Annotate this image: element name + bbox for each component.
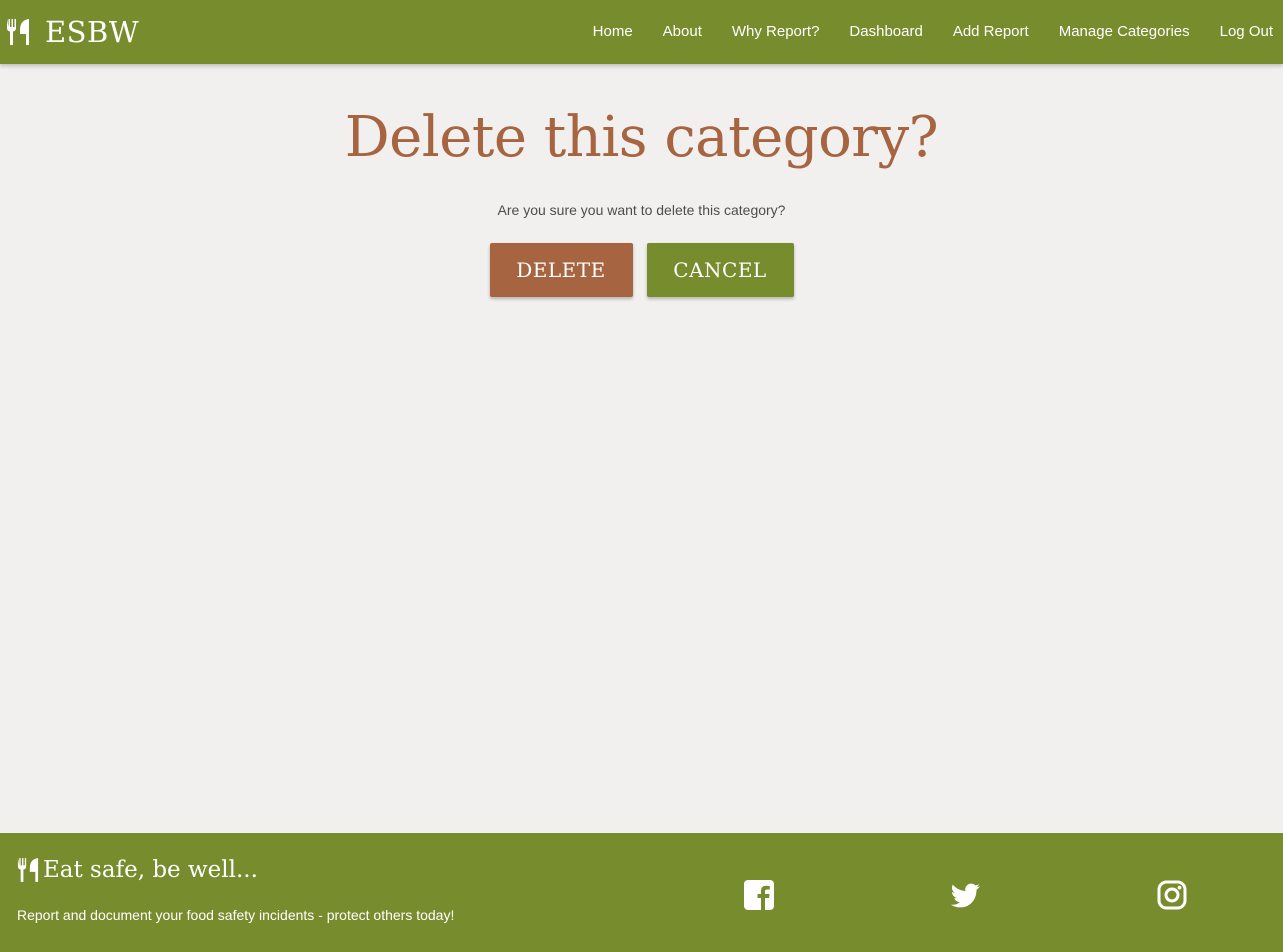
utensils-icon [6, 19, 30, 45]
instagram-icon[interactable] [1156, 879, 1188, 911]
facebook-icon[interactable] [743, 879, 775, 911]
tagline-text: Eat safe, be well... [43, 857, 258, 883]
footer-tagline: Eat safe, be well... [17, 857, 258, 883]
nav-link-about[interactable]: About [652, 0, 713, 64]
action-buttons: DELETE CANCEL [0, 243, 1283, 297]
navbar: ESBW Home About Why Report? Dashboard Ad… [0, 0, 1283, 64]
nav-link-manage-categories[interactable]: Manage Categories [1048, 0, 1201, 64]
delete-button[interactable]: DELETE [489, 243, 633, 297]
nav-link-log-out[interactable]: Log Out [1209, 0, 1283, 64]
nav-menu: Home About Why Report? Dashboard Add Rep… [574, 0, 1283, 64]
footer-description: Report and document your food safety inc… [17, 907, 455, 923]
main-content: Delete this category? Are you sure you w… [0, 64, 1283, 833]
nav-link-add-report[interactable]: Add Report [942, 0, 1040, 64]
brand-name: ESBW [45, 14, 140, 49]
footer: Eat safe, be well... Report and document… [0, 833, 1283, 952]
nav-link-home[interactable]: Home [582, 0, 644, 64]
nav-link-dashboard[interactable]: Dashboard [838, 0, 933, 64]
cancel-button[interactable]: CANCEL [646, 243, 794, 297]
twitter-icon[interactable] [949, 879, 981, 911]
utensils-icon [17, 857, 39, 883]
brand-link[interactable]: ESBW [6, 14, 140, 49]
page: ESBW Home About Why Report? Dashboard Ad… [0, 0, 1283, 952]
confirm-message: Are you sure you want to delete this cat… [497, 202, 786, 218]
nav-link-why-report[interactable]: Why Report? [721, 0, 831, 64]
page-title: Delete this category? [344, 105, 939, 170]
